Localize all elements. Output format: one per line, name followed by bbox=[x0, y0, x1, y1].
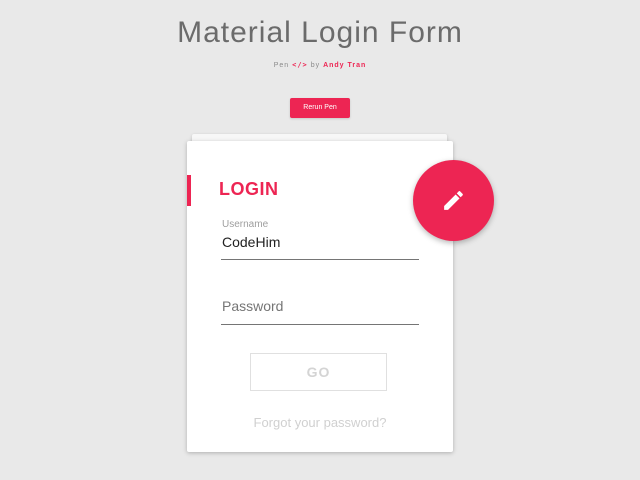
edit-fab-button[interactable] bbox=[413, 160, 494, 241]
username-field[interactable]: Username CodeHim bbox=[221, 219, 419, 260]
go-button[interactable]: GO bbox=[250, 353, 387, 391]
username-value[interactable]: CodeHim bbox=[222, 234, 280, 250]
rerun-pen-button[interactable]: Rerun Pen bbox=[290, 98, 350, 118]
page-title: Material Login Form bbox=[177, 16, 463, 49]
byline-pen-label: Pen bbox=[273, 62, 290, 69]
password-field[interactable]: Password bbox=[221, 296, 419, 325]
author-link[interactable]: Andy Tran bbox=[323, 62, 366, 69]
byline-by-label: by bbox=[310, 62, 321, 69]
pencil-icon bbox=[444, 191, 463, 210]
byline: Pen </> by Andy Tran bbox=[0, 61, 640, 69]
login-accent-bar bbox=[187, 175, 191, 206]
code-icon: </> bbox=[292, 61, 308, 69]
username-label: Username bbox=[222, 219, 269, 230]
login-title: LOGIN bbox=[219, 179, 279, 199]
page: Material Login Form Pen </> by Andy Tran… bbox=[0, 0, 640, 480]
forgot-password-link[interactable]: Forgot your password? bbox=[187, 415, 453, 430]
password-placeholder: Password bbox=[222, 298, 284, 314]
login-card: LOGIN Username CodeHim Password GO Forgo… bbox=[187, 141, 453, 452]
